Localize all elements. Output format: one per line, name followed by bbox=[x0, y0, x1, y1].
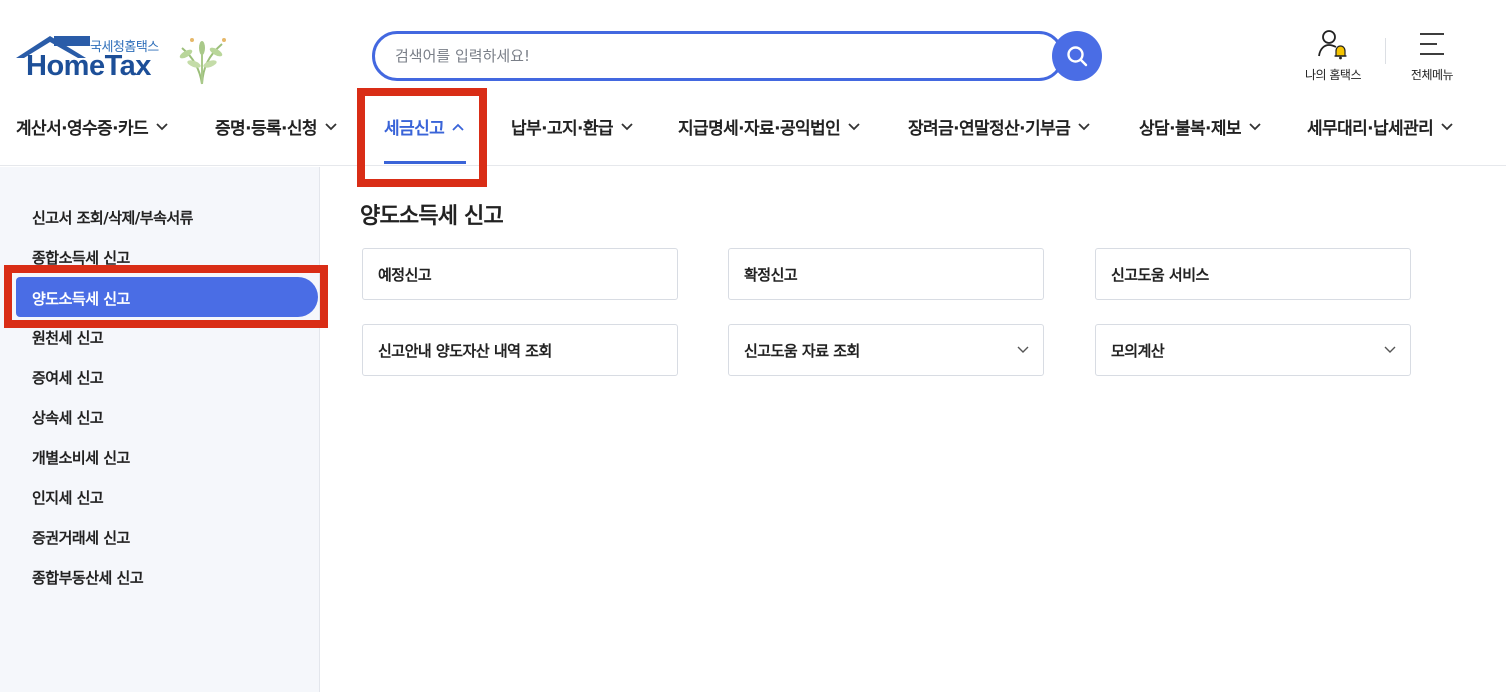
card-label: 신고도움 서비스 bbox=[1111, 265, 1209, 284]
chevron-up-icon bbox=[452, 123, 464, 131]
chevron-down-icon bbox=[156, 122, 168, 130]
nav-item-label: 세금신고 bbox=[384, 119, 445, 139]
main-navigation: 계산서·영수증·카드 증명·등록·신청 세금신고 납부·고지·환급 지급명세·자… bbox=[0, 100, 1506, 156]
utility-divider bbox=[1385, 38, 1386, 64]
card-label: 신고도움 자료 조회 bbox=[744, 341, 860, 360]
sidebar-item-stamp-tax[interactable]: 인지세 신고 bbox=[32, 487, 104, 508]
sidebar-item-capital-gains-tax[interactable]: 양도소득세 신고 bbox=[16, 277, 318, 317]
plant-illustration-icon bbox=[179, 38, 226, 85]
nav-item-tax-filing[interactable]: 세금신고 bbox=[384, 114, 464, 139]
chevron-down-icon bbox=[325, 122, 337, 130]
nav-item-invoice-receipt-card[interactable]: 계산서·영수증·카드 bbox=[16, 114, 168, 139]
user-bell-icon bbox=[1318, 30, 1347, 60]
nav-item-certificate-registration[interactable]: 증명·등록·신청 bbox=[215, 114, 337, 139]
hometax-logo[interactable]: 국세청홈택스 HomeTax bbox=[16, 30, 236, 90]
chevron-down-icon bbox=[1441, 122, 1453, 130]
nav-item-payment-statement[interactable]: 지급명세·자료·공익법인 bbox=[678, 114, 860, 139]
card-mock-calculation[interactable]: 모의계산 bbox=[1095, 324, 1411, 376]
sidebar-item-global-income-tax[interactable]: 종합소득세 신고 bbox=[32, 247, 130, 268]
card-label: 확정신고 bbox=[744, 265, 798, 284]
chevron-down-icon bbox=[1384, 346, 1396, 353]
card-label: 모의계산 bbox=[1111, 341, 1165, 360]
sidebar-item-excise-tax[interactable]: 개별소비세 신고 bbox=[32, 447, 130, 468]
page-title: 양도소득세 신고 bbox=[360, 204, 504, 229]
sidebar-item-securities-tax[interactable]: 증권거래세 신고 bbox=[32, 527, 130, 548]
sidebar-item-real-estate-tax[interactable]: 종합부동산세 신고 bbox=[32, 567, 144, 588]
sidebar-item-inheritance-tax[interactable]: 상속세 신고 bbox=[32, 407, 104, 428]
all-menu-button[interactable]: 전체메뉴 bbox=[1404, 28, 1460, 83]
nav-item-label: 상담·불복·제보 bbox=[1139, 119, 1242, 139]
nav-item-consultation-appeal[interactable]: 상담·불복·제보 bbox=[1139, 114, 1261, 139]
search-input[interactable] bbox=[372, 31, 1064, 81]
chevron-down-icon bbox=[1078, 122, 1090, 130]
active-nav-underline bbox=[384, 161, 466, 164]
chevron-down-icon bbox=[848, 122, 860, 130]
nav-item-label: 세무대리·납세관리 bbox=[1307, 119, 1434, 139]
card-filing-help-data[interactable]: 신고도움 자료 조회 bbox=[728, 324, 1044, 376]
sidebar: 신고서 조회/삭제/부속서류 종합소득세 신고 양도소득세 신고 원천세 신고 … bbox=[0, 167, 320, 692]
card-transfer-asset-lookup[interactable]: 신고안내 양도자산 내역 조회 bbox=[362, 324, 678, 376]
chevron-down-icon bbox=[1017, 346, 1029, 353]
sidebar-item-gift-tax[interactable]: 증여세 신고 bbox=[32, 367, 104, 388]
chevron-down-icon bbox=[621, 122, 633, 130]
nav-item-label: 증명·등록·신청 bbox=[215, 119, 318, 139]
nav-item-label: 납부·고지·환급 bbox=[511, 119, 614, 139]
nav-item-label: 지급명세·자료·공익법인 bbox=[678, 119, 841, 139]
sidebar-item-label: 양도소득세 신고 bbox=[32, 290, 130, 308]
card-label: 예정신고 bbox=[378, 265, 432, 284]
sidebar-item-withholding-tax[interactable]: 원천세 신고 bbox=[32, 327, 104, 348]
nav-item-incentive-year-end[interactable]: 장려금·연말정산·기부금 bbox=[908, 114, 1090, 139]
card-preliminary-return[interactable]: 예정신고 bbox=[362, 248, 678, 300]
card-final-return[interactable]: 확정신고 bbox=[728, 248, 1044, 300]
nav-item-label: 장려금·연말정산·기부금 bbox=[908, 119, 1071, 139]
header: 국세청홈택스 HomeTax 검색어를 입력하세요! 나의 홈택스 전체메뉴 계… bbox=[0, 0, 1506, 166]
search-button[interactable] bbox=[1052, 31, 1102, 81]
my-hometax-label: 나의 홈택스 bbox=[1304, 68, 1362, 82]
logo-title: HomeTax bbox=[26, 50, 151, 82]
nav-item-label: 계산서·영수증·카드 bbox=[16, 119, 149, 139]
hamburger-icon bbox=[1420, 33, 1444, 55]
search-bar bbox=[372, 31, 1104, 83]
search-icon bbox=[1067, 46, 1088, 67]
nav-item-payment-refund[interactable]: 납부·고지·환급 bbox=[511, 114, 633, 139]
nav-item-tax-agent[interactable]: 세무대리·납세관리 bbox=[1307, 114, 1453, 139]
card-filing-help-service[interactable]: 신고도움 서비스 bbox=[1095, 248, 1411, 300]
chevron-down-icon bbox=[1249, 122, 1261, 130]
card-label: 신고안내 양도자산 내역 조회 bbox=[378, 341, 552, 360]
all-menu-label: 전체메뉴 bbox=[1410, 68, 1454, 82]
sidebar-item-return-lookup[interactable]: 신고서 조회/삭제/부속서류 bbox=[32, 207, 193, 228]
my-hometax-button[interactable]: 나의 홈택스 bbox=[1298, 28, 1368, 83]
